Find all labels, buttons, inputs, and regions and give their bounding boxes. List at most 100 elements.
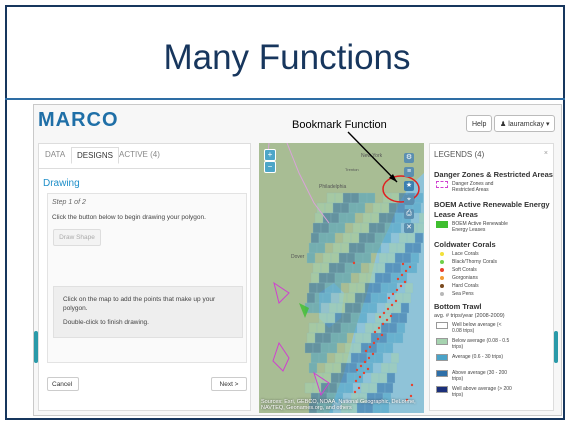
coral-dot [368, 345, 372, 349]
legend-trawl-swatch [436, 322, 448, 329]
trawl-grid-cell [332, 282, 342, 294]
trawl-grid-cell [354, 332, 364, 344]
trawl-grid-cell [376, 382, 386, 394]
tab-designs[interactable]: DESIGNS [71, 147, 120, 164]
trawl-grid-cell [312, 302, 322, 314]
trawl-grid-cell [332, 242, 342, 254]
trawl-grid-cell [402, 252, 412, 264]
trawl-grid-cell [334, 192, 344, 204]
trawl-grid-cell [390, 312, 400, 324]
section-title: Drawing [43, 178, 80, 189]
trawl-grid-cell [306, 252, 316, 264]
trawl-grid-cell [308, 362, 318, 374]
map-label-philadelphia: Philadelphia [319, 184, 346, 190]
tab-active[interactable]: ACTIVE (4) [119, 150, 160, 159]
legend-trawl-item: Average (0.6 - 30 trips) [452, 354, 504, 360]
help-button[interactable]: Help [466, 115, 493, 132]
trawl-grid-cell [352, 302, 362, 314]
trawl-grid-cell [316, 282, 326, 294]
coral-dot [389, 314, 393, 318]
trawl-grid-cell [346, 252, 356, 264]
trawl-grid-cell [328, 222, 338, 234]
location-icon[interactable]: ⌖ [404, 195, 414, 205]
coral-dot [377, 326, 381, 330]
trawl-grid-cell [320, 342, 330, 354]
trawl-grid-cell [348, 322, 358, 334]
list-icon[interactable]: ≡ [404, 167, 414, 177]
trawl-grid-cell [352, 262, 362, 274]
coral-dot [371, 352, 375, 356]
trawl-grid-cell [328, 262, 338, 274]
print-icon[interactable]: ⎙ [404, 209, 414, 219]
zoom-in-button[interactable]: + [264, 149, 276, 161]
user-menu-button[interactable]: ♟ lauramckay ▾ [494, 115, 556, 132]
map-label-trenton: Trenton [345, 167, 359, 172]
trawl-grid-cell [338, 252, 348, 264]
brand-logo[interactable]: MARCO [38, 109, 119, 132]
trawl-grid-cell [380, 202, 390, 214]
coral-dot [359, 364, 363, 368]
legend-trawl-item: Above average (30 - 200 trips) [452, 370, 508, 382]
trawl-grid-cell [382, 312, 392, 324]
trawl-grid-cell [336, 382, 346, 394]
bookmark-icon[interactable]: ★ [404, 181, 414, 191]
next-button[interactable]: Next > [211, 377, 247, 391]
trawl-grid-cell [348, 202, 358, 214]
trawl-grid-cell [308, 322, 318, 334]
coral-dot [355, 368, 359, 372]
coral-dot [400, 273, 404, 277]
settings-icon[interactable]: ⚙ [404, 153, 414, 163]
trawl-grid-cell [332, 362, 342, 374]
trawl-grid-cell [378, 252, 388, 264]
cancel-button[interactable]: Cancel [47, 377, 79, 391]
trawl-grid-cell [338, 332, 348, 344]
coral-dot [353, 390, 357, 394]
legend-coral-dot [440, 252, 444, 256]
trawl-grid-cell [398, 312, 408, 324]
trawl-grid-cell [362, 292, 372, 304]
trawl-grid-cell [312, 262, 322, 274]
legend-trawl-swatch [436, 370, 448, 377]
info-box: Click on the map to add the points that … [53, 286, 243, 338]
trawl-grid-cell [308, 282, 318, 294]
trawl-grid-cell [320, 222, 330, 234]
trawl-grid-cell [386, 372, 396, 384]
legend-title: LEGENDS (4) [434, 150, 485, 159]
trawl-grid-cell [348, 362, 358, 374]
trawl-grid-cell [346, 292, 356, 304]
trawl-grid-cell [374, 272, 384, 284]
trawl-grid-cell [328, 382, 338, 394]
trawl-grid-cell [350, 192, 360, 204]
draw-shape-button[interactable]: Draw Shape [53, 229, 101, 246]
map-view[interactable]: New York Trenton Philadelphia Dover + − … [259, 143, 424, 413]
trawl-grid-cell [366, 232, 376, 244]
right-resize-handle[interactable] [554, 331, 558, 363]
coral-dot [385, 318, 389, 322]
trawl-grid-cell [342, 272, 352, 284]
legend-trawl-subtitle: avg. # trips/year (2008-2009) [434, 313, 505, 319]
trawl-grid-cell [344, 302, 354, 314]
trawl-grid-cell [374, 232, 384, 244]
trawl-grid-cell [326, 272, 336, 284]
legend-trawl-item: Well above average (> 200 trips) [452, 386, 512, 398]
legend-coral-dot [440, 268, 444, 272]
legend-coral-item: Soft Corals [452, 267, 477, 273]
tab-data[interactable]: DATA [45, 150, 65, 159]
step-label: Step 1 of 2 [52, 199, 86, 206]
trawl-grid-cell [356, 242, 366, 254]
trawl-grid-cell [340, 362, 350, 374]
trawl-grid-cell [326, 192, 336, 204]
trawl-grid-cell [346, 212, 356, 224]
left-resize-handle[interactable] [34, 331, 38, 363]
legend-coral-item: Black/Thorny Corals [452, 259, 498, 265]
legend-coral-dot [440, 260, 444, 264]
legend-close-icon[interactable]: × [544, 150, 548, 157]
coral-dot [386, 307, 390, 311]
trawl-grid-cell [378, 292, 388, 304]
fullscreen-icon[interactable]: ✕ [404, 223, 414, 233]
trawl-grid-cell [356, 282, 366, 294]
zoom-out-button[interactable]: − [264, 161, 276, 173]
trawl-grid-cell [362, 212, 372, 224]
trawl-grid-cell [324, 202, 334, 214]
legend-boem-item: BOEM Active Renewable Energy Leases [452, 221, 508, 233]
